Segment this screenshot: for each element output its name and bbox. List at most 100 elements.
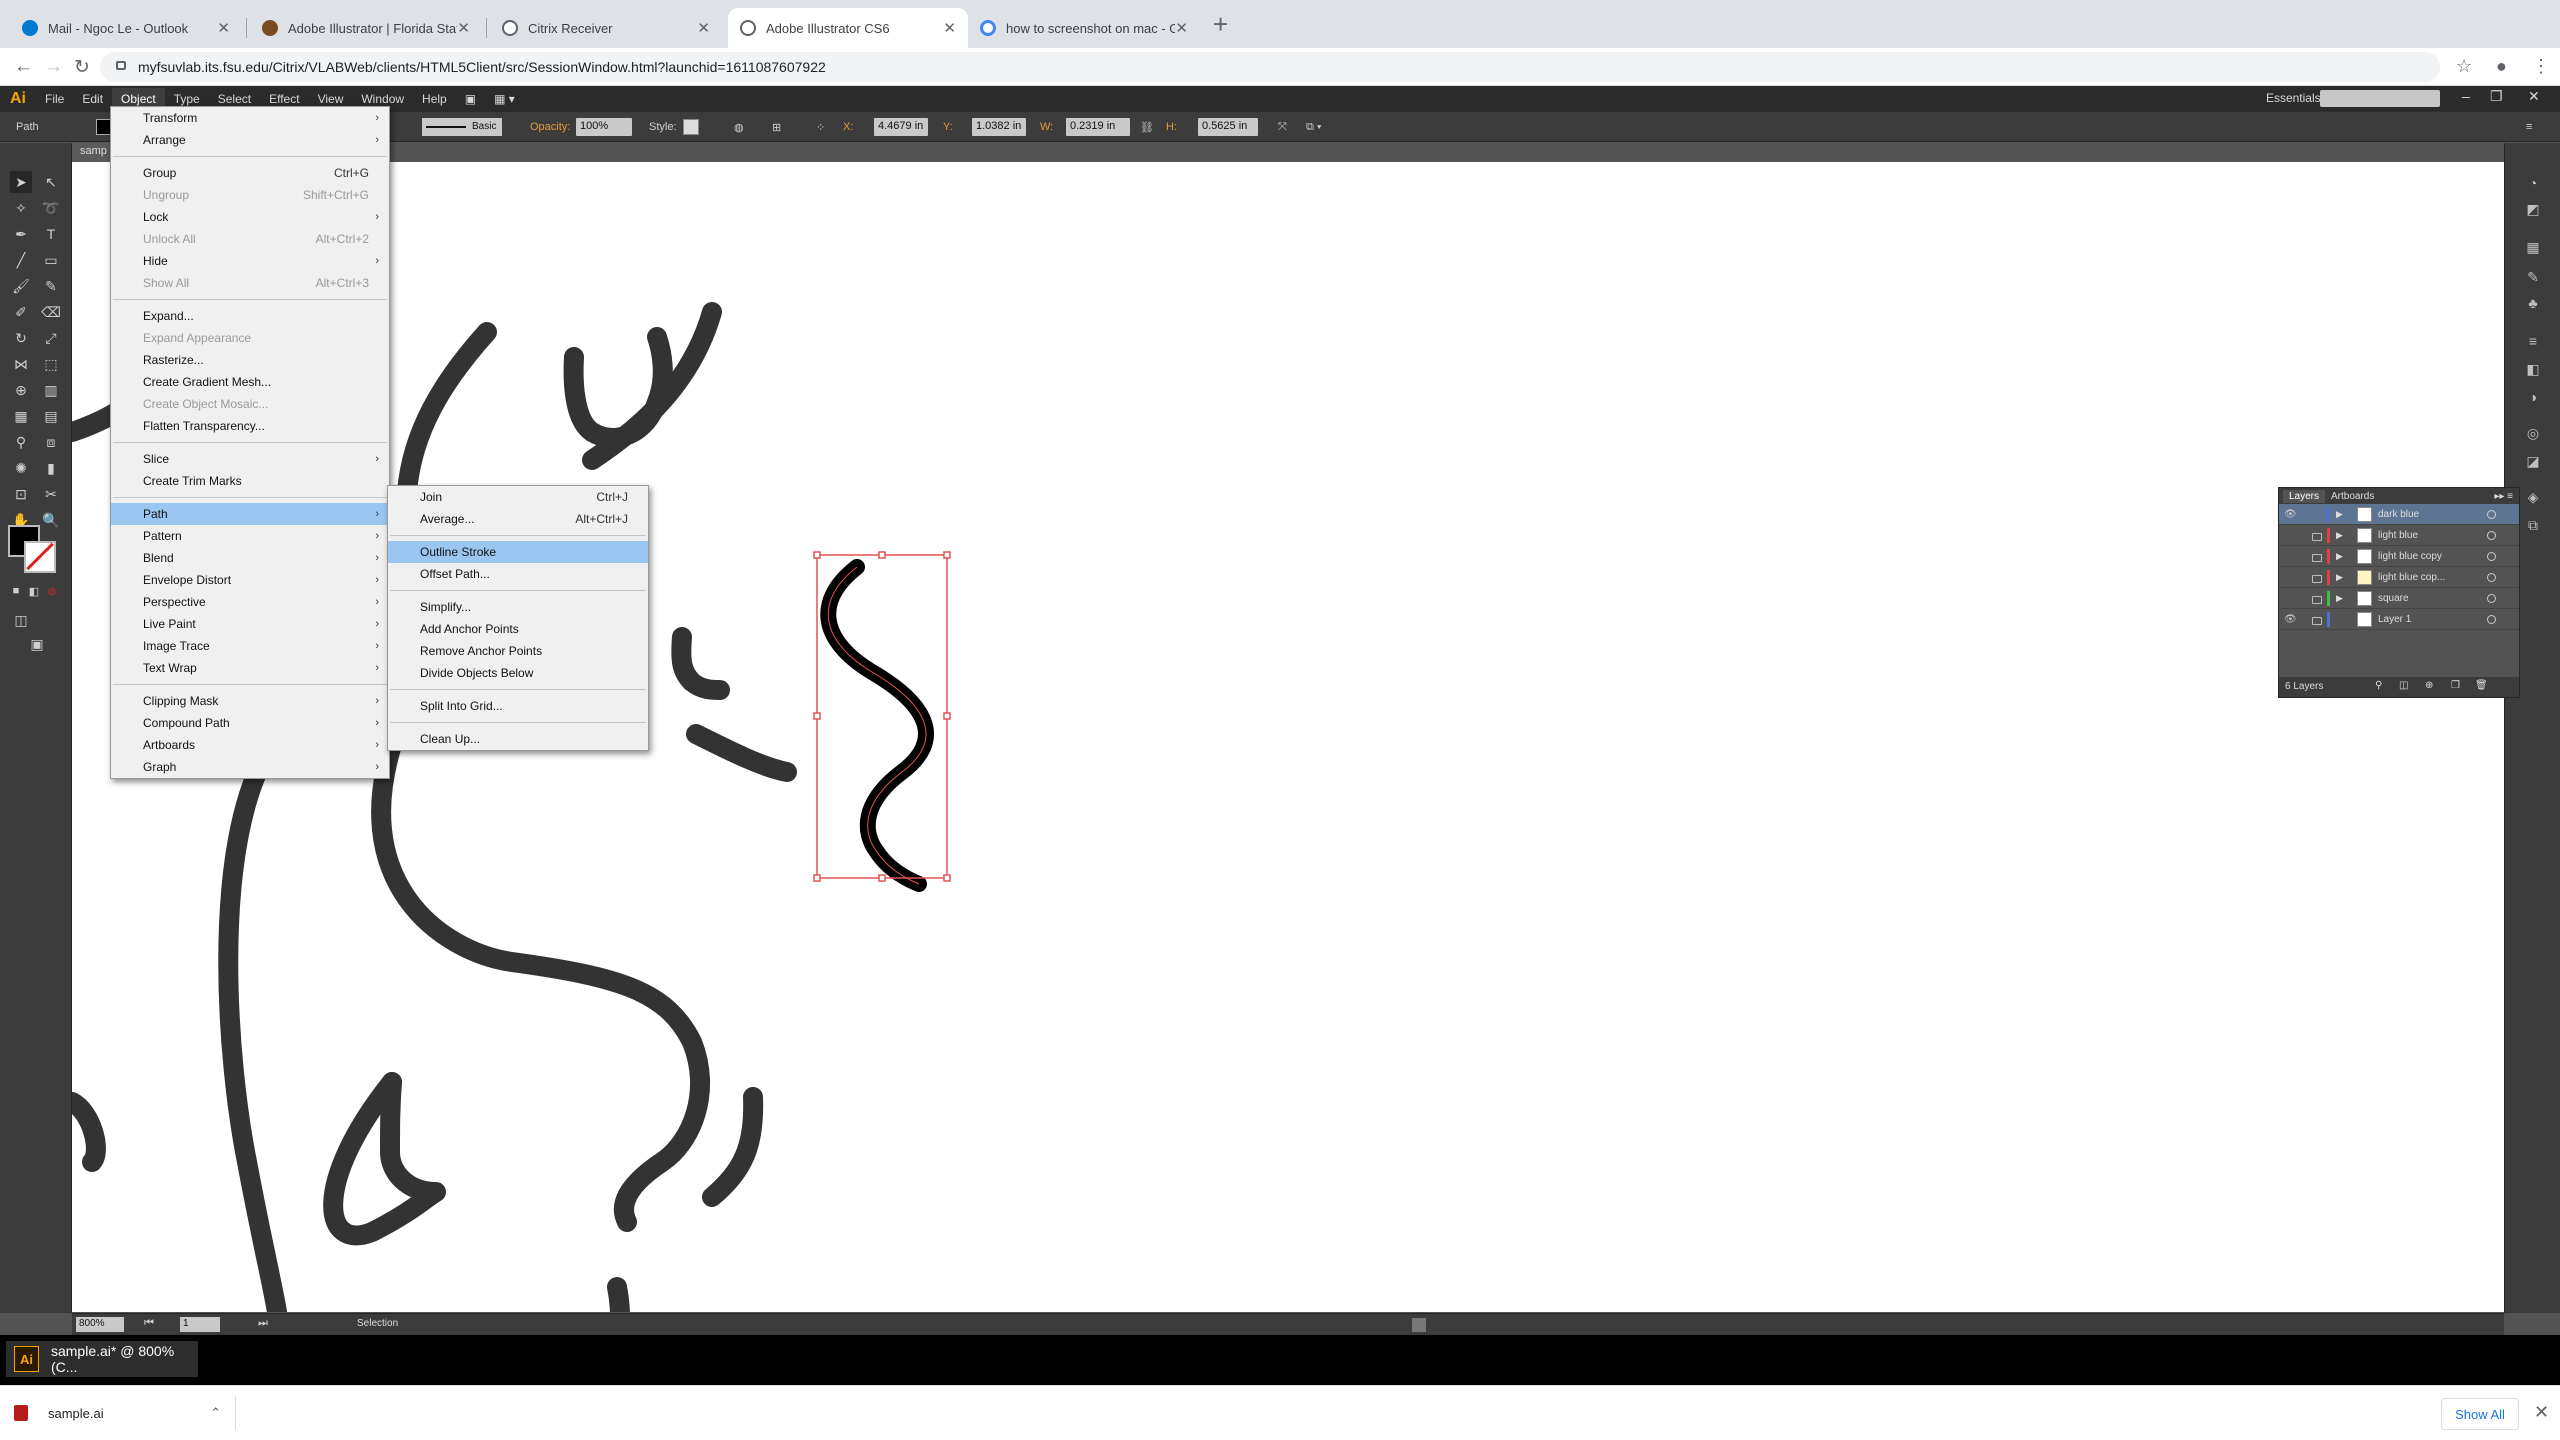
delete-layer-icon[interactable]: 🗑	[2475, 680, 2488, 691]
close-icon[interactable]: ✕	[697, 19, 710, 37]
arrange-documents-icon[interactable]: ▦ ▾	[485, 88, 524, 110]
color-icon[interactable]: ◩	[2523, 201, 2543, 219]
line-tool-icon[interactable]: ╱	[10, 249, 32, 271]
reload-icon[interactable]: ↻	[74, 56, 90, 79]
object_menu-item-pattern[interactable]: Pattern›	[111, 525, 389, 547]
free-transform-tool-icon[interactable]: ⬚	[40, 353, 62, 375]
close-icon[interactable]: ✕	[2534, 1402, 2549, 1423]
last-artboard-icon[interactable]: ⏭	[258, 1317, 268, 1330]
x-field[interactable]: 4.4679 in	[874, 118, 928, 136]
layer-row-light-blue[interactable]: ▶ light blue	[2279, 525, 2519, 546]
paintbrush-tool-icon[interactable]: 🖌	[10, 275, 32, 297]
layer-name[interactable]: dark blue	[2378, 509, 2419, 520]
blob-brush-tool-icon[interactable]: ✐	[10, 301, 32, 323]
expand-triangle-icon[interactable]: ▶	[2336, 572, 2343, 583]
object_menu-item-group[interactable]: GroupCtrl+G	[111, 162, 389, 184]
object_menu-item-image-trace[interactable]: Image Trace›	[111, 635, 389, 657]
recolor-icon[interactable]: ◍	[734, 121, 744, 134]
layer-name[interactable]: Layer 1	[2378, 614, 2411, 625]
object_menu-item-live-paint[interactable]: Live Paint›	[111, 613, 389, 635]
object_menu-item-expand[interactable]: Expand...	[111, 305, 389, 327]
target-circle-icon[interactable]	[2487, 552, 2496, 561]
blend-tool-icon[interactable]: ⧈	[40, 431, 62, 453]
back-icon[interactable]: ←	[14, 56, 33, 78]
stroke-swatch[interactable]	[24, 541, 56, 573]
object_menu-item-perspective[interactable]: Perspective›	[111, 591, 389, 613]
width-field[interactable]: 0.2319 in	[1066, 118, 1130, 136]
menu-help[interactable]: Help	[413, 88, 456, 110]
shape-builder-tool-icon[interactable]: ⊕	[10, 379, 32, 401]
path_submenu-item-outline-stroke[interactable]: Outline Stroke	[388, 541, 648, 563]
pencil-tool-icon[interactable]: ✎	[40, 275, 62, 297]
expand-triangle-icon[interactable]: ▶	[2336, 509, 2343, 520]
constrain-proportions-icon[interactable]: ⛓	[1140, 121, 1154, 134]
reference-point-icon[interactable]: ⁘	[816, 121, 825, 134]
show-all-button[interactable]: Show All	[2441, 1398, 2519, 1430]
url-field[interactable]: myfsuvlab.its.fsu.edu/Citrix/VLABWeb/cli…	[100, 52, 2440, 82]
object_menu-item-artboards[interactable]: Artboards›	[111, 734, 389, 756]
brushes-icon[interactable]: ✎	[2523, 269, 2543, 287]
column-graph-tool-icon[interactable]: ▮	[40, 457, 62, 479]
appearance-icon[interactable]: ◎	[2523, 425, 2543, 443]
mesh-tool-icon[interactable]: ▦	[10, 405, 32, 427]
path_submenu-item-average[interactable]: Average...Alt+Ctrl+J	[388, 508, 648, 530]
object_menu-item-blend[interactable]: Blend›	[111, 547, 389, 569]
target-circle-icon[interactable]	[2487, 615, 2496, 624]
object_menu-item-lock[interactable]: Lock›	[111, 206, 389, 228]
tab-artboards[interactable]: Artboards	[2325, 490, 2380, 503]
object_menu-item-clipping-mask[interactable]: Clipping Mask›	[111, 690, 389, 712]
opacity-field[interactable]: 100%	[576, 118, 632, 136]
layer-name[interactable]: light blue	[2378, 530, 2418, 541]
stroke-icon[interactable]: ≡	[2523, 333, 2543, 351]
lock-icon[interactable]	[2312, 533, 2322, 541]
lock-icon[interactable]	[2312, 617, 2322, 625]
path_submenu-item-split-into-grid[interactable]: Split Into Grid...	[388, 695, 648, 717]
opacity-label[interactable]: Opacity:	[530, 121, 570, 133]
target-circle-icon[interactable]	[2487, 573, 2496, 582]
scale-tool-icon[interactable]: ⤢	[40, 327, 62, 349]
new-tab-button[interactable]: +	[1213, 12, 1228, 36]
path_submenu-item-add-anchor-points[interactable]: Add Anchor Points	[388, 618, 648, 640]
object_menu-item-rasterize[interactable]: Rasterize...	[111, 349, 389, 371]
object_menu-item-text-wrap[interactable]: Text Wrap›	[111, 657, 389, 679]
panel-menu-icon[interactable]: ▸▸ ≡	[2494, 491, 2519, 502]
layer-row-light-blue-copy[interactable]: ▶ light blue copy	[2279, 546, 2519, 567]
y-field[interactable]: 1.0382 in	[972, 118, 1026, 136]
make-clipping-mask-icon[interactable]: ◫	[2399, 680, 2408, 691]
path_submenu-item-remove-anchor-points[interactable]: Remove Anchor Points	[388, 640, 648, 662]
swatches-icon[interactable]: ▦	[2523, 239, 2543, 257]
transform-icon[interactable]: ⤧	[1278, 121, 1287, 134]
height-field[interactable]: 0.5625 in	[1198, 118, 1258, 136]
layers-icon[interactable]: ◈	[2523, 489, 2543, 507]
gradient-mode-icon[interactable]: ◧	[26, 583, 42, 599]
object_menu-item-hide[interactable]: Hide›	[111, 250, 389, 272]
artboard-number-field[interactable]: 1	[180, 1317, 220, 1332]
menu-file[interactable]: File	[36, 88, 73, 110]
download-item[interactable]: sample.ai ⌃	[14, 1396, 236, 1430]
path_submenu-item-divide-objects-below[interactable]: Divide Objects Below	[388, 662, 648, 684]
slice-tool-icon[interactable]: ✂	[40, 483, 62, 505]
first-artboard-icon[interactable]: ⏮	[144, 1317, 154, 1330]
expand-triangle-icon[interactable]: ▶	[2336, 593, 2343, 604]
target-circle-icon[interactable]	[2487, 594, 2496, 603]
chevron-up-icon[interactable]: ⌃	[210, 1405, 221, 1421]
expand-triangle-icon[interactable]: ▶	[2336, 551, 2343, 562]
object_menu-item-arrange[interactable]: Arrange›	[111, 129, 389, 151]
object_menu-item-path[interactable]: Path›	[111, 503, 389, 525]
lock-icon[interactable]	[2312, 554, 2322, 562]
tab-layers[interactable]: Layers	[2283, 490, 2325, 503]
tab-illustrator-fsu[interactable]: Adobe Illustrator | Florida State ✕	[250, 8, 482, 48]
object_menu-item-envelope-distort[interactable]: Envelope Distort›	[111, 569, 389, 591]
zoom-level-field[interactable]: 800%	[76, 1317, 124, 1332]
eraser-tool-icon[interactable]: ⌫	[40, 301, 62, 323]
symbol-sprayer-tool-icon[interactable]: ✺	[10, 457, 32, 479]
path_submenu-item-join[interactable]: JoinCtrl+J	[388, 486, 648, 508]
locate-object-icon[interactable]: ⚲	[2375, 680, 2382, 691]
layer-name[interactable]: light blue copy	[2378, 551, 2442, 562]
forward-icon[interactable]: →	[44, 56, 63, 78]
expand-triangle-icon[interactable]: ▶	[2336, 530, 2343, 541]
restore-icon[interactable]: ❐	[2490, 88, 2503, 105]
object_menu-item-create-trim-marks[interactable]: Create Trim Marks	[111, 470, 389, 492]
layer-row-dark-blue[interactable]: 👁 ▶ dark blue	[2279, 504, 2519, 525]
horizontal-scroll-thumb[interactable]	[1412, 1318, 1426, 1332]
